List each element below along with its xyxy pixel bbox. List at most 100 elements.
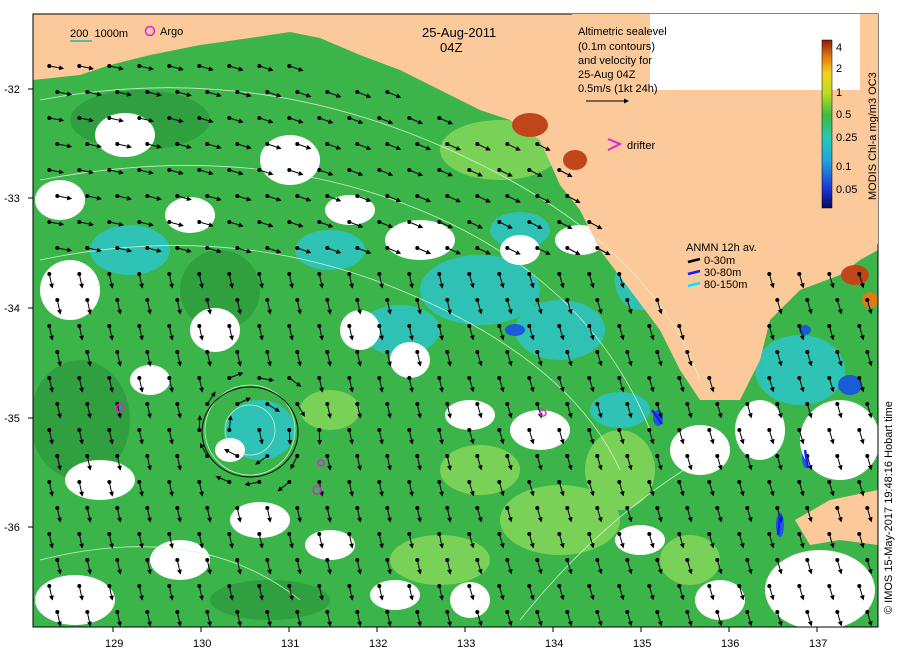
- colorbar-tick: 0.05: [836, 184, 857, 196]
- velocity-arrow-origin: [55, 402, 60, 406]
- velocity-arrow-origin: [385, 194, 390, 198]
- velocity-arrow-origin: [227, 532, 232, 536]
- velocity-arrow-origin: [775, 402, 780, 406]
- velocity-arrow-origin: [767, 376, 772, 380]
- velocity-arrow-origin: [625, 350, 630, 354]
- velocity-arrow-origin: [857, 428, 862, 432]
- velocity-arrow-origin: [115, 142, 120, 146]
- velocity-arrow-origin: [715, 610, 720, 614]
- velocity-arrow-origin: [407, 584, 412, 588]
- velocity-arrow-origin: [655, 298, 660, 302]
- velocity-arrow-origin: [175, 298, 180, 302]
- velocity-arrow-origin: [317, 480, 322, 484]
- velocity-arrow-origin: [77, 480, 82, 484]
- velocity-arrow-origin: [595, 506, 600, 510]
- velocity-arrow-origin: [445, 506, 450, 510]
- velocity-arrow-origin: [115, 506, 120, 510]
- velocity-arrow-origin: [137, 428, 142, 432]
- velocity-arrow-origin: [715, 402, 720, 406]
- colorbar-tick: 1: [836, 87, 842, 99]
- velocity-arrow-origin: [865, 506, 870, 510]
- velocity-arrow-origin: [55, 142, 60, 146]
- velocity-arrow-origin: [347, 324, 352, 328]
- velocity-arrow-origin: [47, 168, 52, 172]
- velocity-arrow-origin: [325, 402, 330, 406]
- velocity-arrow-origin: [685, 610, 690, 614]
- velocity-arrow-origin: [775, 558, 780, 562]
- velocity-arrow-origin: [85, 558, 90, 562]
- velocity-arrow-origin: [685, 402, 690, 406]
- velocity-arrow-origin: [317, 428, 322, 432]
- velocity-arrow-origin: [175, 558, 180, 562]
- velocity-arrow-origin: [805, 558, 810, 562]
- velocity-arrow-origin: [325, 298, 330, 302]
- y-tick-label: -32: [4, 84, 20, 96]
- velocity-arrow-origin: [107, 532, 112, 536]
- velocity-arrow-origin: [295, 90, 300, 94]
- velocity-arrow-origin: [475, 558, 480, 562]
- velocity-arrow-origin: [685, 350, 690, 354]
- velocity-arrow-origin: [107, 584, 112, 588]
- velocity-arrow-origin: [107, 64, 112, 68]
- velocity-arrow-origin: [347, 428, 352, 432]
- velocity-arrow-origin: [767, 480, 772, 484]
- info-line: (0.1m contours): [578, 41, 655, 53]
- velocity-arrow-origin: [295, 454, 300, 458]
- velocity-arrow-origin: [325, 246, 330, 250]
- velocity-arrow-origin: [257, 376, 262, 380]
- velocity-arrow-origin: [197, 220, 202, 224]
- velocity-arrow-origin: [115, 610, 120, 614]
- velocity-arrow: [197, 415, 203, 431]
- velocity-arrow-origin: [77, 168, 82, 172]
- velocity-arrow-origin: [415, 454, 420, 458]
- velocity-arrow-origin: [595, 298, 600, 302]
- velocity-arrow-origin: [295, 402, 300, 406]
- velocity-arrow-origin: [137, 584, 142, 588]
- velocity-arrow-origin: [677, 584, 682, 588]
- velocity-arrow-origin: [407, 168, 412, 172]
- velocity-arrow-origin: [325, 90, 330, 94]
- velocity-arrow-origin: [235, 298, 240, 302]
- velocity-arrow-origin: [287, 64, 292, 68]
- velocity-arrow-origin: [265, 506, 270, 510]
- velocity-arrow-origin: [145, 90, 150, 94]
- velocity-arrow-origin: [55, 246, 60, 250]
- velocity-arrow-origin: [265, 558, 270, 562]
- velocity-arrow-origin: [827, 324, 832, 328]
- velocity-arrow-origin: [617, 532, 622, 536]
- velocity-arrow-origin: [767, 532, 772, 536]
- velocity-arrow-origin: [295, 142, 300, 146]
- velocity-arrow-origin: [265, 610, 270, 614]
- velocity-arrow-origin: [85, 142, 90, 146]
- velocity-arrow-origin: [287, 480, 292, 484]
- velocity-arrow-origin: [775, 454, 780, 458]
- velocity-arrow-origin: [227, 220, 232, 224]
- velocity-arrow-origin: [505, 298, 510, 302]
- velocity-arrow-origin: [595, 402, 600, 406]
- velocity-arrow-origin: [85, 350, 90, 354]
- map-plot-area: [33, 14, 878, 627]
- velocity-arrow-origin: [587, 272, 592, 276]
- velocity-arrow-origin: [257, 168, 262, 172]
- velocity-arrow-origin: [745, 558, 750, 562]
- velocity-arrow-origin: [865, 402, 870, 406]
- velocity-arrow-origin: [415, 298, 420, 302]
- velocity-arrow-origin: [857, 480, 862, 484]
- velocity-arrow-origin: [317, 116, 322, 120]
- velocity-arrow-origin: [227, 116, 232, 120]
- velocity-arrow-origin: [137, 480, 142, 484]
- velocity-arrow-origin: [175, 454, 180, 458]
- velocity-arrow-origin: [475, 454, 480, 458]
- velocity-arrow-origin: [835, 506, 840, 510]
- anmn-item-label: 0-30m: [704, 255, 735, 267]
- velocity-arrow-origin: [227, 64, 232, 68]
- velocity-arrow-origin: [347, 376, 352, 380]
- velocity-arrow-origin: [437, 532, 442, 536]
- velocity-arrow-origin: [797, 376, 802, 380]
- velocity-arrow-origin: [317, 324, 322, 328]
- velocity-arrow-origin: [857, 324, 862, 328]
- velocity-arrow-origin: [617, 376, 622, 380]
- velocity-arrow-origin: [325, 506, 330, 510]
- velocity-arrow-origin: [325, 454, 330, 458]
- velocity-arrow-origin: [677, 324, 682, 328]
